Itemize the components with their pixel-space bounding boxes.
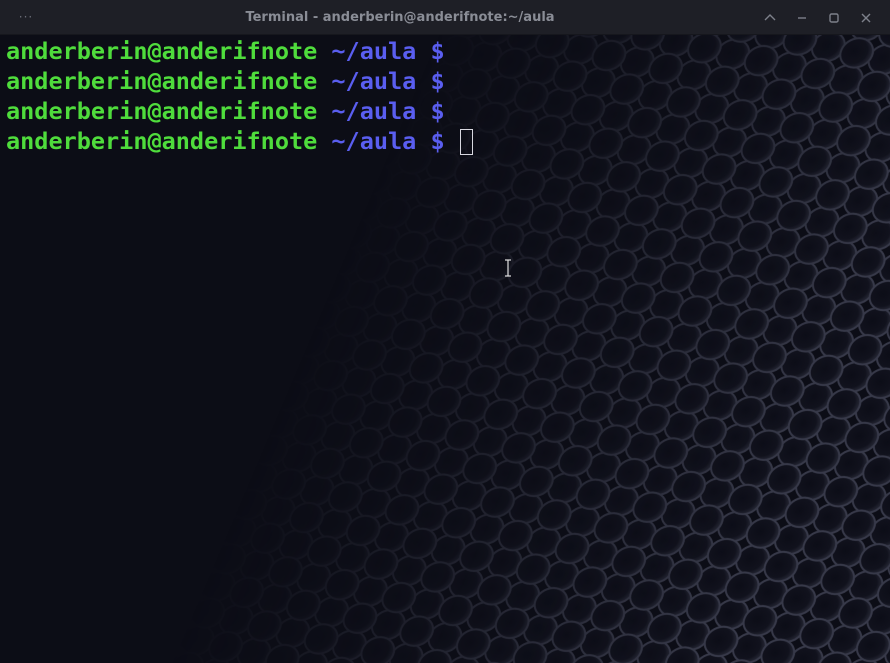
prompt-user-host: anderberin@anderifnote	[6, 127, 318, 155]
prompt-path: ~/aula $	[317, 127, 459, 155]
prompt-line-active[interactable]: anderberin@anderifnote ~/aula $	[6, 126, 886, 156]
ibeam-cursor-icon	[505, 259, 511, 277]
terminal-output: anderberin@anderifnote ~/aula $ anderber…	[6, 36, 886, 156]
prompt-user-host: anderberin@anderifnote	[6, 37, 318, 65]
terminal-area[interactable]: anderberin@anderifnote ~/aula $ anderber…	[0, 35, 890, 663]
prompt-user-host: anderberin@anderifnote	[6, 97, 318, 125]
prompt-user-host: anderberin@anderifnote	[6, 67, 318, 95]
prompt-line: anderberin@anderifnote ~/aula $	[6, 66, 886, 96]
terminal-window: ··· Terminal - anderberin@anderifnote:~/…	[0, 0, 890, 663]
ellipsis-icon[interactable]: ···	[14, 9, 38, 25]
maximize-icon[interactable]	[824, 8, 844, 28]
close-icon[interactable]	[856, 8, 876, 28]
prompt-line: anderberin@anderifnote ~/aula $	[6, 36, 886, 66]
window-title: Terminal - anderberin@anderifnote:~/aula	[245, 10, 555, 25]
prompt-path: ~/aula $	[317, 37, 445, 65]
title-bar[interactable]: ··· Terminal - anderberin@anderifnote:~/…	[0, 0, 890, 35]
prompt-line: anderberin@anderifnote ~/aula $	[6, 96, 886, 126]
minimize-icon[interactable]	[792, 8, 812, 28]
prompt-path: ~/aula $	[317, 67, 445, 95]
chevron-up-icon[interactable]	[760, 8, 780, 28]
prompt-path: ~/aula $	[317, 97, 445, 125]
text-cursor	[459, 129, 473, 155]
